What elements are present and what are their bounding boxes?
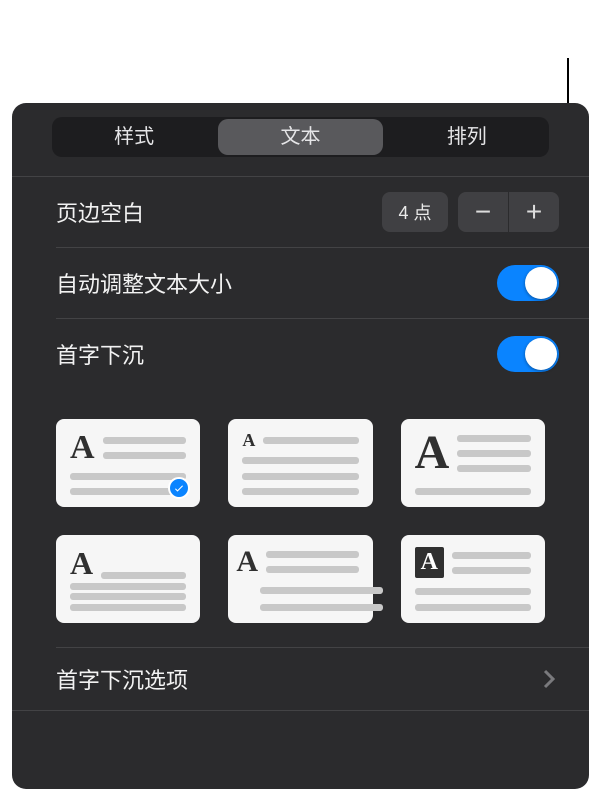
drop-cap-toggle[interactable]	[497, 336, 559, 372]
text-line-icon	[457, 450, 531, 457]
text-line-icon	[263, 437, 358, 444]
drop-cap-style-1[interactable]: A	[56, 419, 200, 507]
text-panel-content: 页边空白 4 点 − + 自动调整文本大小 首字下沉	[12, 168, 589, 789]
text-line-icon	[70, 604, 186, 611]
checkmark-icon	[168, 477, 190, 499]
auto-resize-row: 自动调整文本大小	[12, 248, 589, 318]
letter-a-icon: A	[415, 431, 450, 474]
text-line-icon	[266, 566, 359, 573]
text-line-icon	[260, 587, 382, 594]
auto-resize-label: 自动调整文本大小	[56, 267, 497, 299]
drop-cap-style-2[interactable]: A	[228, 419, 372, 507]
letter-a-icon: A	[70, 431, 95, 465]
auto-resize-toggle[interactable]	[497, 265, 559, 301]
drop-cap-style-5[interactable]: A	[228, 535, 372, 623]
tab-text[interactable]: 文本	[218, 119, 382, 155]
tab-style[interactable]: 样式	[52, 117, 216, 157]
margin-label: 页边空白	[56, 196, 382, 228]
text-line-icon	[70, 593, 186, 600]
text-line-icon	[457, 465, 531, 472]
text-line-icon	[452, 567, 531, 574]
text-line-icon	[242, 457, 358, 464]
format-panel: 样式 文本 排列 页边空白 4 点 − + 自动调整文本大小 首字下沉	[12, 103, 589, 789]
drop-cap-style-4[interactable]: A	[56, 535, 200, 623]
text-line-icon	[452, 552, 531, 559]
text-line-icon	[415, 488, 531, 495]
text-line-icon	[415, 604, 531, 611]
margin-decrement[interactable]: −	[458, 192, 508, 232]
drop-cap-style-6[interactable]: A	[401, 535, 545, 623]
text-line-icon	[457, 435, 531, 442]
drop-cap-row: 首字下沉	[12, 319, 589, 389]
drop-cap-options-row[interactable]: 首字下沉选项	[12, 648, 589, 710]
drop-cap-label: 首字下沉	[56, 338, 497, 370]
text-line-icon	[415, 588, 531, 595]
letter-a-boxed-icon: A	[415, 547, 444, 578]
chevron-right-icon	[543, 669, 555, 689]
text-line-icon	[260, 604, 382, 611]
drop-cap-options-label: 首字下沉选项	[56, 663, 543, 695]
text-line-icon	[242, 473, 358, 480]
margin-stepper: − +	[458, 192, 559, 232]
drop-cap-style-3[interactable]: A	[401, 419, 545, 507]
toggle-knob	[525, 338, 557, 370]
margin-row: 页边空白 4 点 − +	[12, 177, 589, 247]
text-line-icon	[103, 437, 187, 444]
letter-a-icon: A	[70, 547, 93, 579]
margin-value[interactable]: 4 点	[382, 192, 448, 232]
tab-arrange[interactable]: 排列	[385, 117, 549, 157]
text-line-icon	[103, 452, 187, 459]
text-line-icon	[70, 473, 186, 480]
toggle-knob	[525, 267, 557, 299]
format-tabs: 样式 文本 排列	[52, 117, 549, 157]
text-line-icon	[266, 551, 359, 558]
divider	[12, 710, 589, 711]
letter-a-icon: A	[242, 431, 255, 449]
letter-a-icon: A	[236, 547, 258, 577]
text-line-icon	[101, 572, 186, 579]
text-line-icon	[70, 583, 186, 590]
margin-increment[interactable]: +	[509, 192, 559, 232]
drop-cap-style-grid: A A	[12, 389, 589, 647]
text-line-icon	[242, 488, 358, 495]
